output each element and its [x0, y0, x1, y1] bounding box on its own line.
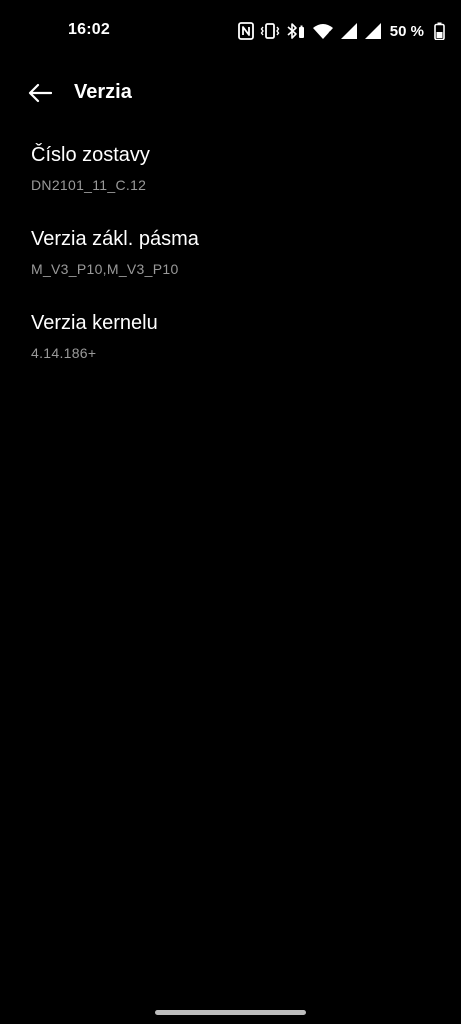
cellular-signal-icon [364, 22, 382, 40]
back-button[interactable] [22, 78, 58, 108]
status-icons: 50 % [232, 20, 445, 42]
nfc-icon [237, 22, 254, 40]
build-number-title: Číslo zostavy [31, 144, 150, 166]
arrow-back-icon [28, 83, 52, 103]
list-item-build-number[interactable]: Číslo zostavy DN2101_11_C.12 [0, 134, 461, 218]
battery-percent: 50 % [389, 22, 424, 40]
cellular-signal-icon [340, 22, 358, 40]
baseband-version-title: Verzia zákl. pásma [31, 228, 199, 250]
status-bar: 16:02 50 % [0, 0, 461, 62]
wifi-icon [312, 22, 334, 40]
build-number-value: DN2101_11_C.12 [31, 177, 147, 193]
kernel-version-value: 4.14.186+ [31, 345, 97, 361]
battery-icon [434, 22, 445, 40]
bluetooth-battery-icon [286, 22, 306, 40]
kernel-version-title: Verzia kernelu [31, 312, 158, 334]
app-bar: Verzia [0, 70, 461, 116]
status-time: 16:02 [68, 21, 110, 38]
vibrate-icon [260, 22, 280, 40]
gesture-navigation-bar[interactable] [155, 1010, 306, 1015]
baseband-version-value: M_V3_P10,M_V3_P10 [31, 261, 179, 277]
list-item-kernel-version[interactable]: Verzia kernelu 4.14.186+ [0, 302, 461, 386]
list-item-baseband-version[interactable]: Verzia zákl. pásma M_V3_P10,M_V3_P10 [0, 218, 461, 302]
page-title: Verzia [74, 81, 132, 103]
version-info-list: Číslo zostavy DN2101_11_C.12 Verzia zákl… [0, 134, 461, 386]
